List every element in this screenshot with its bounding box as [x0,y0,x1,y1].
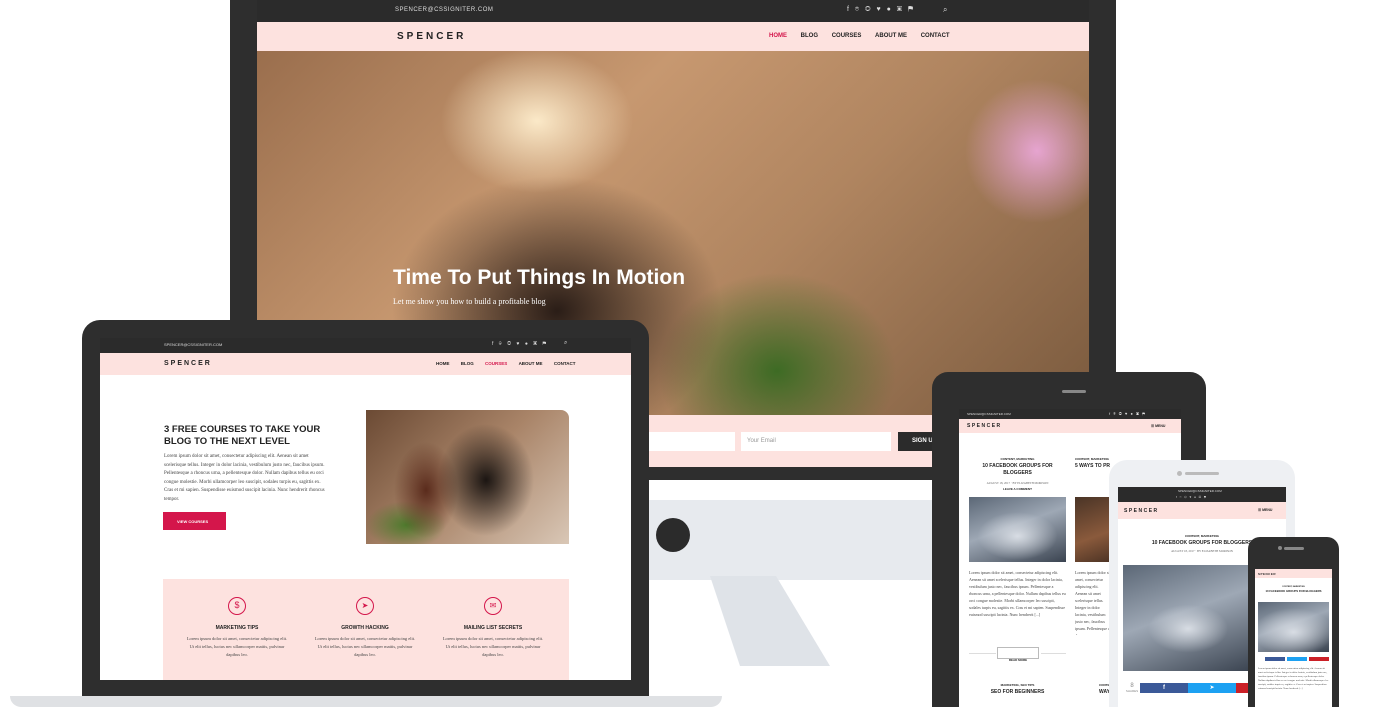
menu-toggle[interactable]: ☰ MENU [1151,424,1165,428]
phone-camera [1177,471,1182,476]
laptop-screen: SPENCER@CSSIGNITER.COM f ⌾ ◎ ♥ ● ▣ ⚑ ⌕ S… [100,338,631,680]
search-icon[interactable]: ⌕ [564,340,567,347]
laptop-top-bar: SPENCER@CSSIGNITER.COM f ⌾ ◎ ♥ ● ▣ ⚑ ⌕ [100,338,631,353]
nav-contact[interactable]: CONTACT [921,33,950,39]
hero-subtitle: Let me show you how to build a profitabl… [393,297,546,306]
laptop-base [10,696,722,707]
feature-marketing: $ MARKETING TIPS Lorem ipsum dolor sit a… [185,597,289,659]
tablet-camera [1062,390,1086,393]
top-bar: SPENCER@CSSIGNITER.COM f ⌾ ◎ ♥ ● ▣ ⚑ ⌕ [257,0,1089,22]
site-logo[interactable]: SPENCER [397,31,466,42]
nav-courses[interactable]: COURSES [832,33,862,39]
contact-email[interactable]: SPENCER@CSSIGNITER.COM [395,7,493,13]
post-image[interactable] [969,497,1066,562]
feature-growth: ➤ GROWTH HACKING Lorem ipsum dolor sit a… [313,597,417,659]
courses-heading: 3 FREE COURSES TO TAKE YOUR BLOG TO THE … [164,424,321,447]
read-more-button[interactable]: READ MORE [997,647,1039,662]
social-icons[interactable]: f ⌾ ◎ ♥ ● ▣ ⚑ [847,6,915,14]
laptop-header: SPENCER HOME BLOG COURSES ABOUT ME CONTA… [100,353,631,375]
twitter-share-button[interactable]: ➤ [1188,683,1236,693]
newsletter-email-field[interactable]: Your Email [741,432,891,451]
feature-mailing: ✉ MAILING LIST SECRETS Lorem ipsum dolor… [441,597,545,659]
envelope-icon: ✉ [484,597,502,615]
nav-home[interactable]: HOME [769,33,787,39]
newsletter-name-field[interactable] [649,432,735,451]
phone-small-screen: SPENCER CONTENT, MARKETING 10 FACEBOOK G… [1255,569,1332,707]
header: SPENCER HOME BLOG COURSES ABOUT ME CONTA… [257,22,1089,51]
dollar-icon: $ [228,597,246,615]
nav-blog[interactable]: BLOG [801,33,818,39]
rocket-icon: ➤ [356,597,374,615]
courses-body: Lorem ipsum dolor sit amet, consectetur … [164,454,325,502]
features-section: $ MARKETING TIPS Lorem ipsum dolor sit a… [163,579,569,680]
phone-speaker [1185,472,1219,475]
search-icon[interactable]: ⌕ [943,5,947,15]
facebook-share-button[interactable]: f [1140,683,1188,693]
blog-post-card: CONTENT, MARKETING 10 FACEBOOK GROUPS FO… [982,457,1053,491]
view-courses-button[interactable]: VIEW COURSES [163,512,226,530]
courses-image [366,410,569,544]
hero-title: Time To Put Things In Motion [393,266,686,289]
main-nav: HOME BLOG COURSES ABOUT ME CONTACT [757,33,950,39]
nav-about[interactable]: ABOUT ME [875,33,907,39]
share-count: 8 SHARES [1125,683,1139,693]
monitor-stand [600,480,940,690]
